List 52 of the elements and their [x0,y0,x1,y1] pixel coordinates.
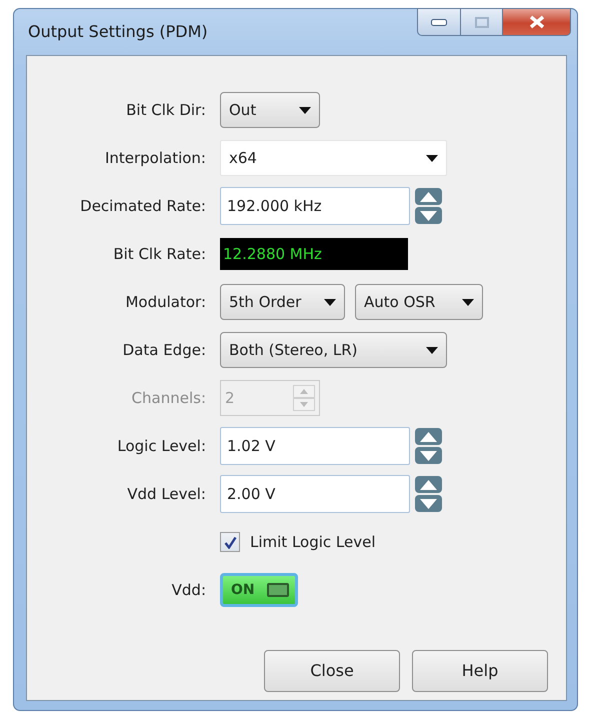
spin-up-button[interactable] [415,428,442,445]
field-label: Vdd: [170,580,207,601]
close-icon [528,15,544,29]
field-label: Logic Level: [116,436,207,457]
spin-down-button[interactable] [415,207,442,224]
combo-box[interactable]: x64 [220,140,447,176]
input-field[interactable]: 2.00 V [220,475,410,513]
field-label: Bit Clk Dir: [125,100,207,121]
input-field[interactable]: 1.02 V [220,427,410,465]
maximize-icon [474,16,488,28]
caret-icon [299,106,311,114]
field-label: Channels: [130,388,207,409]
down-arrow-icon [300,402,308,407]
field-label: Bit Clk Rate: [112,244,207,265]
maximize-button[interactable] [461,8,503,36]
spin-up-button[interactable] [415,476,442,493]
dialog-button[interactable]: Help [412,650,548,692]
caret-icon [426,154,438,162]
up-arrow-icon [420,432,437,442]
window-title: Output Settings (PDM) [27,21,208,43]
dropdown[interactable]: Out [220,92,320,128]
checkbox[interactable] [220,532,240,552]
spin-down-button[interactable] [415,495,442,512]
rate-readout: 12.2880 MHz [220,238,408,270]
field-label: Data Edge: [122,340,207,361]
down-arrow-icon [420,498,437,508]
spin-up-button[interactable] [415,188,442,205]
close-button[interactable] [503,8,571,36]
caret-icon [324,298,336,306]
dropdown[interactable]: Both (Stereo, LR) [220,332,447,368]
toggle-switch[interactable]: ON [220,573,298,607]
up-arrow-icon [420,480,437,490]
spin-down-button[interactable] [415,447,442,464]
indicator-icon [267,583,289,597]
input-field[interactable]: 192.000 kHz [220,187,410,225]
caret-icon [462,298,474,306]
dialog-button[interactable]: Close [264,650,400,692]
checkbox-label: Limit Logic Level [250,532,376,553]
up-arrow-icon [300,389,308,394]
dropdown[interactable]: 5th Order [220,284,345,320]
field-label: Vdd Level: [126,484,207,505]
field-label: Interpolation: [104,148,207,169]
up-arrow-icon [420,192,437,202]
down-arrow-icon [420,210,437,220]
check-icon [224,536,236,548]
field-label: Modulator: [124,292,207,313]
minimize-icon [431,18,447,26]
field-label: Decimated Rate: [79,196,207,217]
dropdown[interactable]: Auto OSR [355,284,483,320]
down-arrow-icon [420,450,437,460]
minimize-button[interactable] [417,8,461,36]
caret-icon [426,346,438,354]
